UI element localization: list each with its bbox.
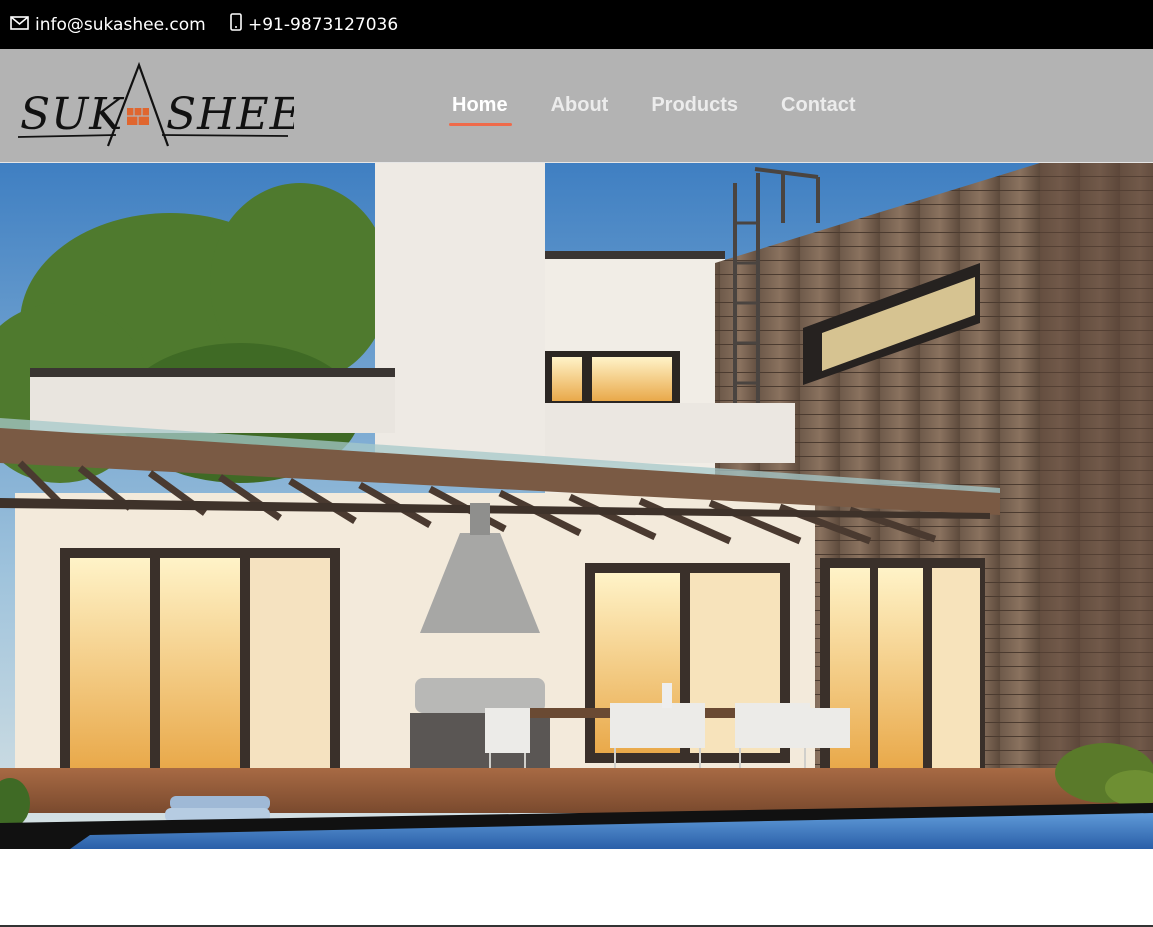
svg-text:SHEE: SHEE <box>166 89 294 140</box>
nav-about[interactable]: About <box>551 93 609 123</box>
main-nav: Home About Products Contact <box>449 93 898 126</box>
nav-home[interactable]: Home <box>449 93 512 126</box>
envelope-icon <box>10 15 29 35</box>
top-contact-bar: info@sukashee.com +91-9873127036 <box>0 0 1153 49</box>
phone-contact[interactable]: +91-9873127036 <box>230 0 398 49</box>
email-contact[interactable]: info@sukashee.com <box>10 0 206 49</box>
svg-text:SUK: SUK <box>20 89 124 140</box>
nav-products[interactable]: Products <box>651 93 738 123</box>
site-header: SUK SHEE Home About Products Contact <box>0 49 1153 163</box>
email-text: info@sukashee.com <box>35 14 206 35</box>
nav-contact[interactable]: Contact <box>781 93 855 123</box>
phone-text: +91-9873127036 <box>248 14 399 35</box>
hero-banner-image <box>0 163 1153 849</box>
mobile-phone-icon <box>230 13 242 36</box>
sukashee-logo[interactable]: SUK SHEE <box>16 61 302 151</box>
